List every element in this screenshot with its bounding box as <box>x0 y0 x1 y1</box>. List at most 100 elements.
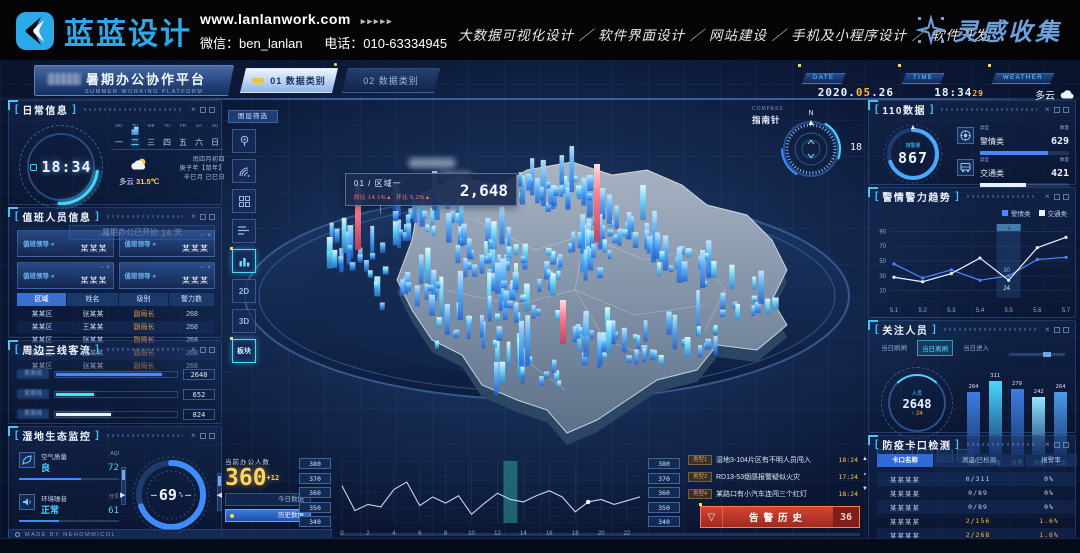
alert-history-banner[interactable]: ▽ 告警历史 36 <box>700 506 860 528</box>
weather-widget: WEATHER 多云 <box>992 66 1074 96</box>
layer-list-button[interactable] <box>232 219 256 243</box>
minimize-icon[interactable] <box>1054 327 1060 333</box>
minimize-icon[interactable] <box>200 107 206 113</box>
compass-dial[interactable]: N <box>776 108 846 182</box>
svg-text:18: 18 <box>572 531 579 537</box>
expand-icon[interactable] <box>1063 194 1069 200</box>
slider-vertical[interactable] <box>121 467 126 505</box>
platform-title: 暑期办公协作平台 <box>86 69 206 88</box>
minimize-icon[interactable] <box>200 347 206 353</box>
dashboard: 暑期办公协作平台 SUMMER WORKING PLATFORM 01 数据类别… <box>0 60 1080 553</box>
svg-text:50: 50 <box>879 259 886 265</box>
table-row[interactable]: 某某某某0/890% <box>877 500 1075 514</box>
tooltip-value: 2,648 <box>460 181 508 200</box>
promo-banner: 蓝蓝设计 www.lanlanwork.com▸▸▸▸▸ 微信：ben_lanl… <box>0 0 1080 60</box>
close-icon[interactable]: × <box>1045 327 1051 333</box>
minimize-icon[interactable] <box>1054 194 1060 200</box>
svg-text:30: 30 <box>1003 268 1010 274</box>
scroll-down-icon[interactable]: ▼ <box>862 486 868 492</box>
gauge-right-arrow[interactable]: ◀ <box>217 491 222 499</box>
cloud-icon <box>1060 90 1074 99</box>
table-header: 区域姓名级别警力数 <box>17 293 215 306</box>
warning-icon: ▽ <box>701 507 723 527</box>
expand-icon[interactable] <box>209 433 215 439</box>
logo-text: 蓝蓝设计 <box>64 9 192 53</box>
panel-metro-flow: [周边三线客流] × 某某线2648某某线652某某线824 <box>8 340 222 424</box>
focus-tab-0[interactable]: 当日刷闸 <box>877 340 911 356</box>
data-tabs: 01 数据类别 02 数据类别 <box>240 68 440 93</box>
expand-icon[interactable] <box>209 107 215 113</box>
weather-label: WEATHER <box>992 73 1054 84</box>
layer-signal-button[interactable] <box>232 159 256 183</box>
scroll-dot-icon[interactable]: ● <box>864 471 866 477</box>
expand-icon[interactable] <box>1063 442 1069 448</box>
date-label: DATE <box>802 73 846 84</box>
compass-value: 18 <box>850 142 862 153</box>
alert-history-count: 36 <box>833 507 859 527</box>
layer-marker-button[interactable] <box>232 129 256 153</box>
layer-filter-toolbar: 图层筛选 2D 3D 板块 <box>228 110 278 369</box>
expand-icon[interactable] <box>209 347 215 353</box>
table-row[interactable]: 某某区王某某副局长268 <box>17 321 215 334</box>
close-icon[interactable]: × <box>1045 107 1051 113</box>
collect-badge[interactable]: 灵感收集 <box>916 12 1062 47</box>
svg-text:5.6: 5.6 <box>1033 308 1042 314</box>
close-icon[interactable]: × <box>191 214 197 220</box>
gauge-left-arrow[interactable]: ▶ <box>120 491 125 499</box>
svg-text:8: 8 <box>444 531 448 537</box>
duty-leader-card[interactable]: 值班领导 »⋯ ×某某某 <box>119 262 216 289</box>
panel-110-data: [110数据] × 接警量867 类型警情类 数量629 <box>868 100 1076 185</box>
layer-chart-button[interactable] <box>232 249 256 273</box>
map-tooltip: 01 / 区域一 同比 14.1%▲ 环比 6.2%▲ 2,648 <box>345 173 517 206</box>
layer-grid-button[interactable] <box>232 189 256 213</box>
table-row[interactable]: 某某区张某某副局长268 <box>17 308 215 321</box>
alarm-type-row: 类型警情类 数量629 <box>957 125 1069 155</box>
minimize-icon[interactable] <box>1054 442 1060 448</box>
alert-row[interactable]: 类型1湿地3-104片区有不明人员闯入18:24 <box>688 453 858 467</box>
minimize-icon[interactable] <box>200 433 206 439</box>
panel-title: 防疫卡口检测 <box>882 437 951 452</box>
duty-leader-card[interactable]: 值班领导 »⋯ ×某某某 <box>17 262 114 289</box>
alarm-gauge: 接警量867 <box>881 122 945 186</box>
close-icon[interactable]: × <box>1045 442 1051 448</box>
table-row[interactable]: 某某某某0/890% <box>877 486 1075 500</box>
duty-leader-card[interactable]: 值班领导 »⋯ ×某某某 <box>119 230 216 257</box>
wechat-contact: 微信：ben_lanlan <box>200 36 303 51</box>
alert-row[interactable]: 类型2RD13-53烟感报警疑似火灾17:24 <box>688 470 858 484</box>
panel-checkpoint: [防疫卡口检测] × 卡口名称测温/已检测报警率 某某某某0/3110%某某某某… <box>868 435 1076 545</box>
tab-data-02[interactable]: 02 数据类别 <box>342 68 440 93</box>
close-icon[interactable]: × <box>191 433 197 439</box>
slider-horizontal[interactable] <box>1009 353 1065 356</box>
table-row[interactable]: 某某某某2/1561.6% <box>877 514 1075 528</box>
view-3d-button[interactable]: 3D <box>232 309 256 333</box>
website-link[interactable]: www.lanlanwork.com <box>200 11 351 27</box>
close-icon[interactable]: × <box>191 347 197 353</box>
alert-row[interactable]: 类型4某路口有小汽车连闯三个红灯18:24 <box>688 487 858 501</box>
collect-label: 灵感收集 <box>954 12 1062 47</box>
temperature: 31.5℃ <box>136 177 159 186</box>
tab-data-01[interactable]: 01 数据类别 <box>240 68 338 93</box>
focus-tab-2[interactable]: 当日进入 <box>959 340 993 356</box>
svg-text:0: 0 <box>340 531 344 537</box>
expand-icon[interactable] <box>209 214 215 220</box>
table-row[interactable]: 某某某某0/3110% <box>877 472 1075 486</box>
minimize-icon[interactable] <box>200 214 206 220</box>
svg-text:2: 2 <box>366 531 370 537</box>
view-block-button[interactable]: 板块 <box>232 339 256 363</box>
svg-text:6: 6 <box>418 531 422 537</box>
minimize-icon[interactable] <box>1054 107 1060 113</box>
platform-title-plate: 暑期办公协作平台 SUMMER WORKING PLATFORM <box>34 65 234 96</box>
noise-item: 环境噪音 正常 分贝61 <box>19 493 119 522</box>
expand-icon[interactable] <box>1063 107 1069 113</box>
office-line-chart: 0246810121416182022 <box>338 457 644 541</box>
svg-text:4: 4 <box>392 531 396 537</box>
bottom-strip <box>0 538 1080 553</box>
focus-tab-1[interactable]: 当日离闸 <box>917 340 953 356</box>
expand-icon[interactable] <box>1063 327 1069 333</box>
scroll-up-icon[interactable]: ▲ <box>862 456 868 462</box>
view-2d-button[interactable]: 2D <box>232 279 256 303</box>
time-label: TIME <box>902 73 944 84</box>
duty-leader-card[interactable]: 值班领导 »⋯ ×某某某 <box>17 230 114 257</box>
close-icon[interactable]: × <box>191 107 197 113</box>
close-icon[interactable]: × <box>1045 194 1051 200</box>
